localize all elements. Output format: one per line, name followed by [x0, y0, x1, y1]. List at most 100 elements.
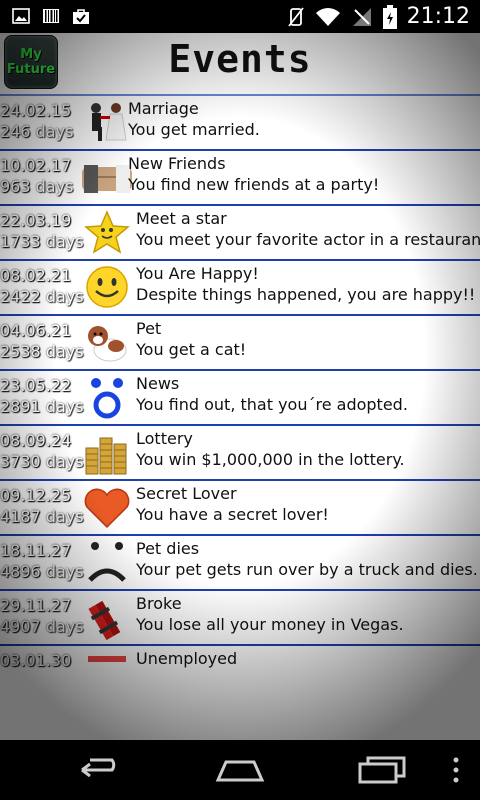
event-date: 24.02.15 — [0, 101, 72, 120]
wifi-icon — [315, 7, 340, 26]
back-button[interactable] — [70, 752, 130, 788]
event-description: You lose all your money in Vegas. — [136, 615, 404, 634]
coins-icon — [82, 430, 132, 475]
star-icon — [82, 210, 132, 255]
event-description: You get married. — [128, 120, 260, 139]
event-date: 10.02.17 — [0, 156, 72, 175]
days-unit: days — [45, 562, 84, 581]
handshake-icon — [82, 155, 132, 200]
event-title: Broke — [136, 594, 182, 613]
days-value: 2538 — [0, 342, 41, 361]
heart-icon — [82, 485, 132, 530]
header: My Future Events — [0, 33, 480, 95]
days-value: 3730 — [0, 452, 41, 471]
event-date: 18.11.27 — [0, 541, 72, 560]
days-value: 2422 — [0, 287, 41, 306]
surprised-face-icon — [82, 375, 132, 420]
event-description: Your pet gets run over by a truck and di… — [136, 560, 478, 579]
event-days-count: 4896 days — [0, 562, 84, 581]
event-days-count: 1733 days — [0, 232, 84, 251]
event-days-count: 2891 days — [0, 397, 84, 416]
event-days-count: 2538 days — [0, 342, 84, 361]
barcode-icon — [43, 9, 59, 23]
days-value: 246 — [0, 122, 31, 141]
days-unit: days — [35, 177, 74, 196]
event-title: Unemployed — [136, 649, 238, 668]
event-title: New Friends — [128, 154, 226, 173]
unemployed-icon — [82, 650, 132, 695]
event-description: You find new friends at a party! — [128, 175, 380, 194]
days-unit: days — [45, 232, 84, 251]
event-date: 03.01.30 — [0, 651, 72, 670]
event-days-count: 3730 days — [0, 452, 84, 471]
event-row[interactable]: 03.01.30 Unemployed — [0, 644, 480, 699]
days-value: 4896 — [0, 562, 41, 581]
event-row[interactable]: 09.12.25 4187 days Secret Lover You have a … — [0, 479, 480, 534]
event-title: Lottery — [136, 429, 193, 448]
event-title: Pet — [136, 319, 162, 338]
event-days-count: 4187 days — [0, 507, 84, 526]
event-title: News — [136, 374, 180, 393]
event-row[interactable]: 22.03.19 1733 days Meet a star You meet you… — [0, 204, 480, 259]
event-row[interactable]: 08.02.21 2422 days You Are Happy! Despite t… — [0, 259, 480, 314]
home-button[interactable] — [210, 752, 270, 788]
event-days-count: 963 days — [0, 177, 73, 196]
recent-apps-button[interactable] — [352, 752, 412, 788]
event-row[interactable]: 29.11.27 4907 days Broke You lose all your … — [0, 589, 480, 644]
event-row[interactable]: 23.05.22 2891 days News You find out, that … — [0, 369, 480, 424]
event-title: Marriage — [128, 99, 199, 118]
event-date: 23.05.22 — [0, 376, 72, 395]
clock: 21:12 — [406, 4, 470, 29]
event-date: 22.03.19 — [0, 211, 72, 230]
event-row[interactable]: 08.09.24 3730 days Lottery You win $1,000,0… — [0, 424, 480, 479]
dynamite-icon — [82, 595, 132, 641]
days-value: 2891 — [0, 397, 41, 416]
event-description: Despite things happened, you are happy!! — [136, 285, 476, 304]
event-date: 09.12.25 — [0, 486, 72, 505]
days-value: 4187 — [0, 507, 41, 526]
days-unit: days — [45, 397, 84, 416]
dog-icon — [82, 320, 132, 365]
event-date: 08.02.21 — [0, 266, 72, 285]
event-description: You win $1,000,000 in the lottery. — [136, 450, 405, 469]
menu-dots-icon[interactable] — [448, 756, 464, 784]
days-unit: days — [45, 342, 84, 361]
proposal-icon — [82, 100, 132, 145]
event-row[interactable]: 10.02.17 963 days New Friends You find new … — [0, 149, 480, 204]
event-description: You find out, that you´re adopted. — [136, 395, 408, 414]
days-unit: days — [35, 122, 74, 141]
event-date: 29.11.27 — [0, 596, 72, 615]
sad-face-icon — [82, 540, 132, 585]
signal-off-icon — [352, 7, 371, 26]
days-value: 1733 — [0, 232, 41, 251]
days-unit: days — [45, 287, 84, 306]
event-row[interactable]: 24.02.15 246 days Marriage You get married. — [0, 94, 480, 149]
event-row[interactable]: 18.11.27 4896 days Pet dies Your pet gets r… — [0, 534, 480, 589]
page-title: Events — [168, 37, 312, 81]
event-list[interactable]: 24.02.15 246 days Marriage You get married.… — [0, 94, 480, 699]
event-title: You Are Happy! — [136, 264, 259, 283]
status-bar: 21:12 — [0, 0, 480, 33]
days-unit: days — [45, 617, 84, 636]
event-date: 04.06.21 — [0, 321, 72, 340]
event-days-count: 2422 days — [0, 287, 84, 306]
days-unit: days — [45, 452, 84, 471]
event-date: 08.09.24 — [0, 431, 72, 450]
event-title: Meet a star — [136, 209, 227, 228]
event-days-count: 4907 days — [0, 617, 84, 636]
event-description: You meet your favorite actor in a restau… — [136, 230, 480, 249]
shopping-bag-icon — [73, 9, 89, 24]
event-title: Secret Lover — [136, 484, 237, 503]
vibrate-off-icon — [287, 6, 304, 27]
days-value: 963 — [0, 177, 31, 196]
days-unit: days — [45, 507, 84, 526]
navigation-bar — [0, 740, 480, 800]
event-description: You get a cat! — [136, 340, 247, 359]
event-row[interactable]: 04.06.21 2538 days Pet You get a cat! — [0, 314, 480, 369]
battery-icon — [382, 4, 397, 29]
event-title: Pet dies — [136, 539, 200, 558]
gallery-icon — [12, 8, 30, 24]
smiley-icon — [82, 265, 132, 310]
event-days-count: 246 days — [0, 122, 73, 141]
app-content: My Future Events 24.02.15 246 days Marriag… — [0, 33, 480, 740]
